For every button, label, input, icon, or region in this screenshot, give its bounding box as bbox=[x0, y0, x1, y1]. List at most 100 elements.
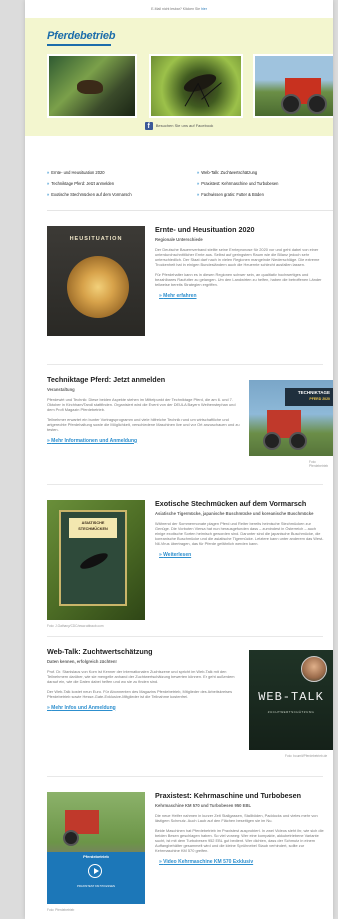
article-image-stechmuecken[interactable]: ASIATISCHE STECHMÜCKEN bbox=[47, 500, 145, 620]
mehr-erfahren-link[interactable]: » Mehr erfahren bbox=[159, 293, 325, 299]
facebook-text[interactable]: Besuchen Sie uns auf Facebook bbox=[156, 123, 214, 128]
hero-image-tractor[interactable] bbox=[253, 54, 333, 118]
article-title[interactable]: Techniktage Pferd: Jetzt anmelden bbox=[47, 375, 241, 385]
arrow-icon: » bbox=[47, 192, 50, 197]
article-image-techniktage[interactable]: TECHNIKTAGE PFERD 2020 bbox=[249, 380, 333, 456]
image-credit: Foto: J.Gathany/CDC/www.abbaub.com bbox=[47, 624, 104, 628]
divider bbox=[47, 636, 323, 637]
divider bbox=[47, 364, 323, 365]
article-body: Teilnehmer erwartet ein bunter Vortragsp… bbox=[47, 416, 240, 432]
play-icon[interactable] bbox=[88, 864, 102, 878]
article-webtalk: Web-Talk: Zuchtwertschätzung Daten kenne… bbox=[47, 647, 241, 711]
horse-shape bbox=[77, 80, 103, 94]
cta-label[interactable]: Mehr erfahren bbox=[163, 293, 196, 299]
article-title[interactable]: Ernte- und Heusituation 2020 bbox=[155, 225, 325, 235]
image-label: PFERD 2020 bbox=[309, 397, 330, 401]
logo[interactable]: Pferdebetrieb bbox=[47, 30, 116, 42]
article-subtitle: Kehrmaschine KM 570 und Turbobesen 950 E… bbox=[155, 802, 252, 808]
header: Pferdebetrieb f Besuchen Sie uns auf Face… bbox=[25, 18, 333, 136]
hero-image-horses[interactable] bbox=[47, 54, 137, 118]
video-caption: PRAXISTEST KM 570 ESSEN bbox=[76, 884, 116, 888]
article-subtitle: Veranstaltung bbox=[47, 386, 75, 392]
cta-label[interactable]: Weiterlesen bbox=[163, 552, 191, 558]
webtalk-title: WEB-TALK bbox=[258, 690, 324, 704]
arrow-icon: » bbox=[47, 170, 50, 175]
divider bbox=[47, 776, 323, 777]
article-praxistest: Praxistest: Kehrmaschine und Turbobesen … bbox=[155, 791, 329, 865]
video-overlay[interactable] bbox=[47, 852, 145, 904]
article-techniktage: Techniktage Pferd: Jetzt anmelden Verans… bbox=[47, 375, 241, 444]
toc-item[interactable]: » Web-Talk: Zuchtwertschätzung bbox=[197, 170, 257, 175]
newsletter-page: E-Mail nicht lesbar? Klicken Sie hier Pf… bbox=[25, 0, 333, 919]
article-title[interactable]: Exotische Stechmücken auf dem Vormarsch bbox=[155, 499, 325, 509]
video-label: Pferdebetrieb bbox=[83, 854, 109, 859]
book-title: ASIATISCHE bbox=[81, 521, 105, 525]
image-label: TECHNIKTAGE bbox=[297, 390, 330, 395]
machine-wheel bbox=[289, 432, 307, 450]
article-subtitle: Daten kennen, erfolgreich züchten! bbox=[47, 658, 117, 664]
article-image-heusituation[interactable]: HEUSITUATION bbox=[47, 226, 145, 336]
logo-underline bbox=[47, 44, 111, 46]
top-note-link[interactable]: hier bbox=[201, 7, 207, 11]
play-triangle bbox=[93, 868, 99, 874]
article-image-webtalk[interactable]: WEB-TALK ZUCHTWERTSCHÄTZUNG bbox=[249, 650, 333, 750]
article-subtitle: Asiatische Tigermücke, japanische Buschm… bbox=[155, 510, 314, 516]
top-note-text: E-Mail nicht lesbar? Klicken Sie bbox=[151, 7, 202, 11]
toc-item[interactable]: » Praxistest: Kehrmaschine und Turbobesen bbox=[197, 181, 278, 186]
article-body: Für Pferdehalter kann es in diesen Regio… bbox=[155, 271, 322, 287]
article-body: Pferdewirt und Technik: Diese beiden Asp… bbox=[47, 396, 236, 412]
book-title: STECHMÜCKEN bbox=[78, 527, 108, 531]
mosquito-shape bbox=[181, 70, 219, 96]
speaker-avatar bbox=[301, 656, 327, 682]
article-body: Der Web-Talk kostet neun Euro. Für Abonn… bbox=[47, 688, 233, 699]
image-credit: Foto: boumit/Pferdebetrieb.de bbox=[285, 754, 328, 758]
toc-label[interactable]: Web-Talk: Zuchtwertschätzung bbox=[201, 170, 257, 175]
article-stechmuecken: Exotische Stechmücken auf dem Vormarsch … bbox=[155, 499, 325, 558]
article-heusituation: Ernte- und Heusituation 2020 Regionale U… bbox=[155, 225, 325, 299]
image-credit: Foto: Pferdebetrieb bbox=[47, 908, 75, 912]
article-image-praxistest[interactable]: Pferdebetrieb PRAXISTEST KM 570 ESSEN bbox=[47, 792, 145, 904]
video-link[interactable]: » Video Kehrmaschine KM 570 Exklusiv bbox=[159, 859, 329, 865]
article-body: Der Deutsche Bauernverband stellte seine… bbox=[155, 246, 320, 267]
cta-label[interactable]: Mehr Informationen und Anmeldung bbox=[51, 438, 137, 444]
article-body: Beide Maschinen hat Pferdebetrieb im Pra… bbox=[155, 827, 324, 853]
mehr-informationen-link[interactable]: » Mehr Informationen und Anmeldung bbox=[47, 438, 241, 444]
arrow-icon: » bbox=[47, 181, 50, 186]
webtalk-subtitle: ZUCHTWERTSCHÄTZUNG bbox=[267, 710, 315, 714]
toc-label[interactable]: Ernte- und Heusituation 2020 bbox=[51, 170, 104, 175]
image-title: HEUSITUATION bbox=[69, 236, 123, 242]
toc-label[interactable]: Techniktage Pferd: Jetzt anmelden bbox=[51, 181, 114, 186]
article-title[interactable]: Praxistest: Kehrmaschine und Turbobesen bbox=[155, 791, 329, 801]
tractor-wheel bbox=[281, 94, 301, 114]
article-body: Während der Sommermonate plagen Pferd un… bbox=[155, 520, 324, 546]
cta-label[interactable]: Video Kehrmaschine KM 570 Exklusiv bbox=[163, 859, 253, 865]
arrow-icon: » bbox=[197, 170, 200, 175]
article-title[interactable]: Web-Talk: Zuchtwertschätzung bbox=[47, 647, 241, 657]
article-body: Prof. Dr. Stanislaus von Korn ist Kenner… bbox=[47, 668, 235, 684]
toc-label[interactable]: Exotische Stechmücken auf dem Vormarsch bbox=[51, 192, 131, 197]
article-body: Die neue Helfer nahmen in kurzer Zeit St… bbox=[155, 812, 318, 823]
tractor-wheel bbox=[307, 94, 327, 114]
hero-image-mosquito[interactable] bbox=[149, 54, 243, 118]
top-note: E-Mail nicht lesbar? Klicken Sie hier bbox=[25, 0, 333, 18]
cta-label[interactable]: Mehr Infos und Anmeldung bbox=[51, 705, 116, 711]
toc-item[interactable]: » Techniktage Pferd: Jetzt anmelden bbox=[47, 181, 114, 186]
toc-label[interactable]: Fachwissen gratis: Futter & Böden bbox=[201, 192, 264, 197]
machine-wheel bbox=[263, 432, 281, 450]
facebook-icon[interactable]: f bbox=[144, 122, 153, 130]
sweeper-wheel bbox=[63, 830, 79, 846]
toc-label[interactable]: Praxistest: Kehrmaschine und Turbobesen bbox=[201, 181, 278, 186]
article-subtitle: Regionale Unterschiede bbox=[155, 236, 203, 242]
toc-item[interactable]: » Exotische Stechmücken auf dem Vormarsch bbox=[47, 192, 132, 197]
facebook-row[interactable]: f Besuchen Sie uns auf Facebook bbox=[25, 122, 333, 132]
divider bbox=[47, 484, 323, 485]
table-of-contents: » Ernte- und Heusituation 2020 » Web-Talk:… bbox=[47, 158, 333, 211]
arrow-icon: » bbox=[197, 192, 200, 197]
image-credit: Foto: Pferdebetrieb bbox=[309, 460, 329, 468]
arrow-icon: » bbox=[197, 181, 200, 186]
mehr-infos-link[interactable]: » Mehr Infos und Anmeldung bbox=[47, 705, 241, 711]
toc-item[interactable]: » Ernte- und Heusituation 2020 bbox=[47, 170, 105, 175]
hay-bale-shape bbox=[67, 256, 129, 318]
weiterlesen-link[interactable]: » Weiterlesen bbox=[159, 552, 325, 558]
toc-item[interactable]: » Fachwissen gratis: Futter & Böden bbox=[197, 192, 264, 197]
